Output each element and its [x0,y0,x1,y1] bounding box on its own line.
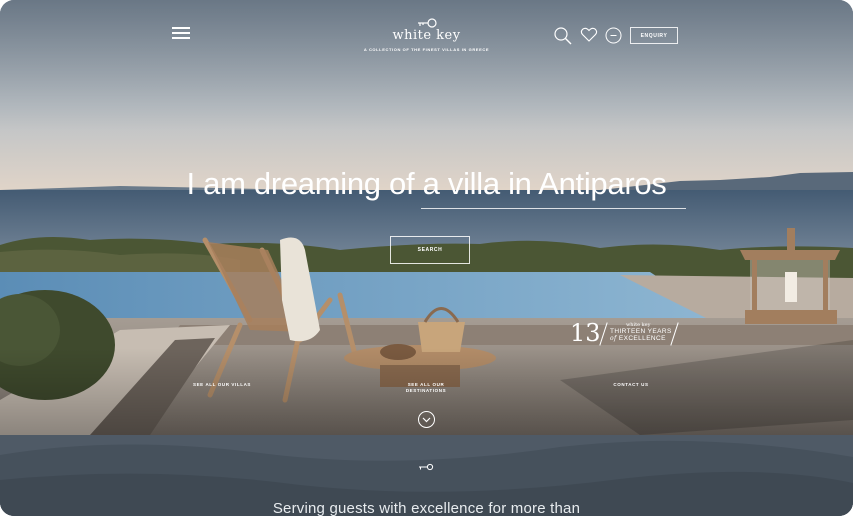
badge-divider [599,322,608,346]
currency-icon[interactable] [605,27,622,49]
hero-headline: I am dreaming of a villa in Antiparos [186,166,667,201]
headline-underline [421,208,686,209]
brand-tagline: A COLLECTION OF THE FINEST VILLAS IN GRE… [363,47,490,52]
search-button[interactable]: SEARCH [390,236,470,264]
heart-icon[interactable] [580,27,598,48]
site-header: white key A COLLECTION OF THE FINEST VIL… [0,0,853,70]
search-icon[interactable] [553,26,573,51]
badge-line-2: of EXCELLENCE [610,335,666,342]
brand-logo[interactable]: white key A COLLECTION OF THE FINEST VIL… [360,17,493,52]
chevron-down-icon [422,417,431,422]
brand-name: white key [392,28,461,43]
badge-line-2-text: EXCELLENCE [618,335,666,342]
anniversary-badge: 13 white key THIRTEEN YEARS of EXCELLENC… [570,320,680,346]
see-all-villas-link[interactable]: SEE ALL OUR VILLAS [186,382,258,388]
key-divider-icon [418,458,434,476]
intro-text: Serving guests with excellence for more … [272,500,581,516]
destinations-link-line-2: DESTINATIONS [405,388,447,393]
see-all-destinations-link[interactable]: SEE ALL OUR DESTINATIONS [396,382,456,394]
browser-frame: white key A COLLECTION OF THE FINEST VIL… [0,0,853,516]
menu-icon[interactable] [172,27,190,43]
years-number: 13 [570,319,601,347]
enquiry-button[interactable]: ENQUIRY [630,27,678,44]
contact-us-link[interactable]: CONTACT US [606,382,656,388]
badge-line-2-prefix: of [610,335,617,342]
scroll-down-button[interactable] [418,411,435,428]
badge-line-1: THIRTEEN YEARS [610,328,672,335]
